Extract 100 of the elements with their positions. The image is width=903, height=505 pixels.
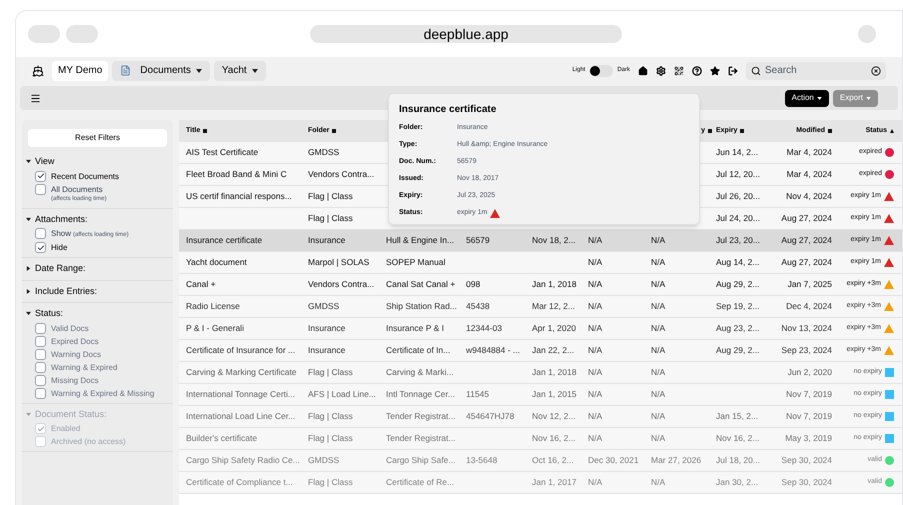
table-cell: N/A	[651, 322, 666, 335]
table-cell: 098	[466, 278, 480, 291]
table-cell: Carving & Marking Certificate	[186, 366, 297, 379]
table-cell: N/A	[588, 300, 602, 313]
table-cell: Radio License	[186, 300, 240, 313]
table-cell: Nov 7, 2019	[786, 388, 832, 401]
table-cell: Carving & Marki...	[386, 366, 454, 379]
table-cell: Nov 16, 2...	[532, 432, 576, 445]
table-cell: P & I - Generali	[186, 322, 244, 335]
filter-option-label: Warning Docs	[51, 348, 101, 360]
filter-option-label: Hide	[51, 242, 68, 253]
table-cell: Aug 14, 2...	[716, 256, 760, 269]
table-cell: 454647HJ78	[466, 410, 514, 423]
table-cell: N/A	[588, 234, 602, 247]
table-cell: GMDSS	[308, 454, 340, 467]
table-cell: Nov 12, 2...	[532, 410, 576, 423]
filter-option-label: Enabled	[51, 423, 80, 434]
table-cell: Tender Registrat...	[386, 410, 456, 423]
table-cell: GMDSS	[308, 146, 340, 159]
table-cell: N/A	[651, 278, 666, 291]
table-cell: N/A	[588, 366, 602, 379]
filter-option-label: Valid Docs	[51, 322, 89, 334]
table-cell: Flag | Class	[308, 410, 353, 423]
table-cell: N/A	[588, 388, 602, 401]
table-cell: Canal Sat Canal +	[386, 278, 456, 291]
table-cell: Oct 16, 2...	[532, 454, 574, 467]
table-cell: Insurance	[308, 322, 346, 335]
table-cell: N/A	[588, 410, 602, 423]
table-cell: Sep 30, 2024	[781, 454, 832, 467]
table-cell: N/A	[588, 278, 602, 291]
table-cell: Nov 16, 2...	[716, 432, 760, 445]
table-cell: Intl Tonnage Cer...	[386, 388, 455, 401]
table-cell: Ship Station Rad...	[386, 300, 457, 313]
table-cell: Tender Registrat...	[386, 432, 456, 445]
table-cell: Jan 15, 2...	[716, 410, 758, 423]
table-cell: Certificate of In...	[386, 344, 450, 357]
filter-option-label: Warning & Expired	[51, 362, 118, 372]
table-cell: Canal +	[186, 278, 216, 291]
filter-option-label: Warning & Expired & Missing	[51, 388, 154, 398]
table-cell: Flag | Class	[308, 432, 353, 445]
table-cell: 11545	[466, 388, 490, 401]
table-cell: Certificate of Insurance for ...	[186, 344, 296, 357]
table-cell: Builder's certificate	[186, 432, 258, 445]
table-cell: AFS | Load Line...	[308, 388, 376, 401]
table-cell: Jan 1, 2018	[532, 366, 576, 379]
table-cell: N/A	[651, 344, 666, 357]
table-cell: Insurance P & I	[386, 322, 444, 335]
table-cell: Jan 1, 2018	[532, 278, 576, 291]
table-cell: Jul 12, 20...	[716, 168, 760, 181]
table-cell: N/A	[651, 476, 666, 489]
table-cell: GMDSS	[308, 300, 340, 313]
table-cell: Flag | Class	[308, 366, 353, 379]
table-cell: Jan 1, 2015	[532, 388, 576, 401]
table-cell: Dec 4, 2024	[786, 300, 832, 313]
filter-option-label: Show	[51, 228, 72, 239]
table-cell: Mar 12, 2...	[532, 300, 575, 313]
filter-option-label: Recent Documents	[51, 170, 120, 182]
table-cell: N/A	[588, 322, 602, 335]
table-cell: N/A	[651, 432, 666, 445]
filter-option-label: Expired Docs	[51, 336, 99, 346]
table-cell: Fleet Broad Band & Mini C	[186, 168, 287, 181]
table-cell: Dec 30, 2021	[588, 454, 639, 467]
table-cell: Aug 23, 2...	[716, 322, 760, 335]
table-cell: Nov 18, 2...	[532, 234, 576, 247]
table-cell: Jul 24, 20...	[716, 212, 760, 225]
table-cell: Sep 30, 2024	[781, 476, 832, 489]
table-cell: Sep 19, 2...	[716, 300, 760, 313]
table-cell: US certif financial respons...	[186, 190, 292, 203]
table-cell: Certificate of Re...	[386, 476, 454, 489]
table-cell: AIS Test Certificate	[186, 146, 258, 159]
table-cell: 13-5648	[466, 454, 498, 467]
table-cell: N/A	[651, 256, 666, 269]
table-cell: w9484884 - ...	[466, 344, 520, 357]
table-cell: Flag | Class	[308, 190, 353, 203]
table-cell: Jan 22, 2...	[532, 344, 574, 357]
filter-option-label: Missing Docs	[51, 374, 99, 386]
table-cell: N/A	[588, 256, 602, 269]
table-cell: N/A	[651, 234, 666, 247]
table-cell: Cargo Ship Safe...	[386, 454, 456, 467]
table-cell: Jul 23, 20...	[716, 234, 760, 247]
table-cell: May 3, 2019	[785, 432, 832, 445]
table-cell: N/A	[588, 344, 602, 357]
table-cell: Mar 4, 2024	[786, 168, 832, 181]
table-cell: Mar 27, 2026	[651, 454, 702, 467]
tooltip-title: Insurance certificate	[399, 103, 498, 117]
table-cell: International Tonnage Certi...	[186, 388, 295, 401]
table-cell: Certificate of Compliance t...	[186, 476, 293, 489]
table-cell: 12344-03	[466, 322, 502, 335]
table-cell: Apr 1, 2020	[532, 322, 576, 335]
table-cell: 45438	[466, 300, 490, 313]
table-cell: Nov 4, 2024	[786, 190, 832, 203]
table-cell: Jul 26, 20...	[716, 190, 760, 203]
table-cell: SOPEP Manual	[386, 256, 446, 269]
filter-option-label: All Documents	[51, 184, 103, 194]
table-cell: Yacht document	[186, 256, 247, 269]
table-cell: Aug 29, 2...	[716, 344, 760, 357]
table-cell: International Load Line Cer...	[186, 410, 296, 423]
table-cell: N/A	[588, 476, 602, 489]
table-cell: N/A	[651, 366, 666, 379]
table-cell: Nov 7, 2019	[786, 410, 832, 423]
